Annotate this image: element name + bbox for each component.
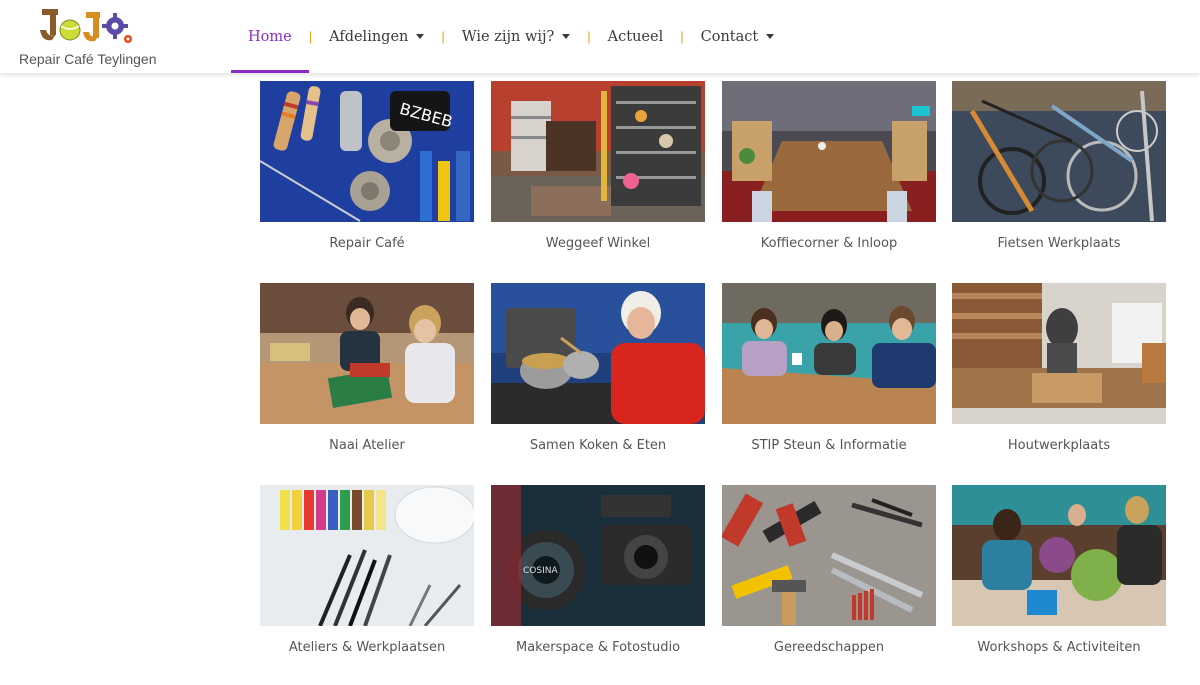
logo-icon: [40, 9, 132, 43]
nav-item-afdelingen[interactable]: Afdelingen: [312, 0, 441, 73]
department-card-makerspace[interactable]: COSINA Makerspace & Fotostudio: [491, 485, 705, 675]
chevron-down-icon: [766, 34, 775, 39]
chevron-down-icon: [562, 34, 571, 39]
department-card-ateliers[interactable]: Ateliers & Werkplaatsen: [260, 485, 474, 675]
cafe-table-photo[interactable]: [722, 81, 936, 222]
shop-shelves-photo[interactable]: [491, 81, 705, 222]
card-label[interactable]: Makerspace & Fotostudio: [491, 640, 705, 655]
chevron-down-icon: [416, 34, 425, 39]
nav-item-label: Contact: [700, 28, 759, 45]
tools-photo[interactable]: [722, 485, 936, 626]
nav-item-wie-zijn-wij[interactable]: Wie zijn wij?: [445, 0, 588, 73]
department-card-gereedschappen[interactable]: Gereedschappen: [722, 485, 936, 675]
department-card-naai-atelier[interactable]: Naai Atelier: [260, 283, 474, 473]
card-label[interactable]: Weggeef Winkel: [491, 236, 705, 251]
nav-item-label: Wie zijn wij?: [461, 28, 555, 45]
card-label[interactable]: Gereedschappen: [722, 640, 936, 655]
main-nav: Home | Afdelingen | Wie zijn wij? | Actu…: [231, 0, 791, 73]
card-label[interactable]: Ateliers & Werkplaatsen: [260, 640, 474, 655]
department-card-samen-koken[interactable]: Samen Koken & Eten: [491, 283, 705, 473]
department-card-repair-cafe[interactable]: BZBEB Repair Café: [260, 81, 474, 271]
site-logo[interactable]: Repair Café Teylingen: [18, 6, 158, 68]
women-at-table-photo[interactable]: [722, 283, 936, 424]
department-card-stip[interactable]: STIP Steun & Informatie: [722, 283, 936, 473]
department-card-weggeef-winkel[interactable]: Weggeef Winkel: [491, 81, 705, 271]
card-label[interactable]: Naai Atelier: [260, 438, 474, 453]
sewing-women-photo[interactable]: [260, 283, 474, 424]
nav-item-label: Actueel: [607, 28, 664, 45]
nav-item-label: Afdelingen: [329, 28, 409, 45]
nav-item-contact[interactable]: Contact: [684, 0, 792, 73]
nav-item-actueel[interactable]: Actueel: [591, 0, 681, 73]
paint-brushes-photo[interactable]: [260, 485, 474, 626]
workshop-people-photo[interactable]: [952, 485, 1166, 626]
wood-workshop-photo[interactable]: [952, 283, 1166, 424]
nav-item-label: Home: [248, 28, 292, 45]
site-header: Repair Café Teylingen Home | Afdelingen …: [0, 0, 1200, 73]
card-label[interactable]: Koffiecorner & Inloop: [722, 236, 936, 251]
department-card-fietsen-werkplaats[interactable]: Fietsen Werkplaats: [952, 81, 1166, 271]
card-label[interactable]: Workshops & Activiteiten: [952, 640, 1166, 655]
department-card-workshops[interactable]: Workshops & Activiteiten: [952, 485, 1166, 675]
card-label[interactable]: STIP Steun & Informatie: [722, 438, 936, 453]
electronic-components-photo[interactable]: BZBEB: [260, 81, 474, 222]
cooking-woman-photo[interactable]: [491, 283, 705, 424]
card-label[interactable]: Fietsen Werkplaats: [952, 236, 1166, 251]
cameras-photo[interactable]: COSINA: [491, 485, 705, 626]
nav-item-home[interactable]: Home: [231, 0, 309, 73]
card-label[interactable]: Samen Koken & Eten: [491, 438, 705, 453]
svg-text:COSINA: COSINA: [523, 566, 558, 576]
card-label[interactable]: Houtwerkplaats: [952, 438, 1166, 453]
bicycles-photo[interactable]: [952, 81, 1166, 222]
card-label[interactable]: Repair Café: [260, 236, 474, 251]
department-card-houtwerkplaats[interactable]: Houtwerkplaats: [952, 283, 1166, 473]
department-card-koffiecorner[interactable]: Koffiecorner & Inloop: [722, 81, 936, 271]
logo-text: Repair Café Teylingen: [19, 51, 157, 67]
